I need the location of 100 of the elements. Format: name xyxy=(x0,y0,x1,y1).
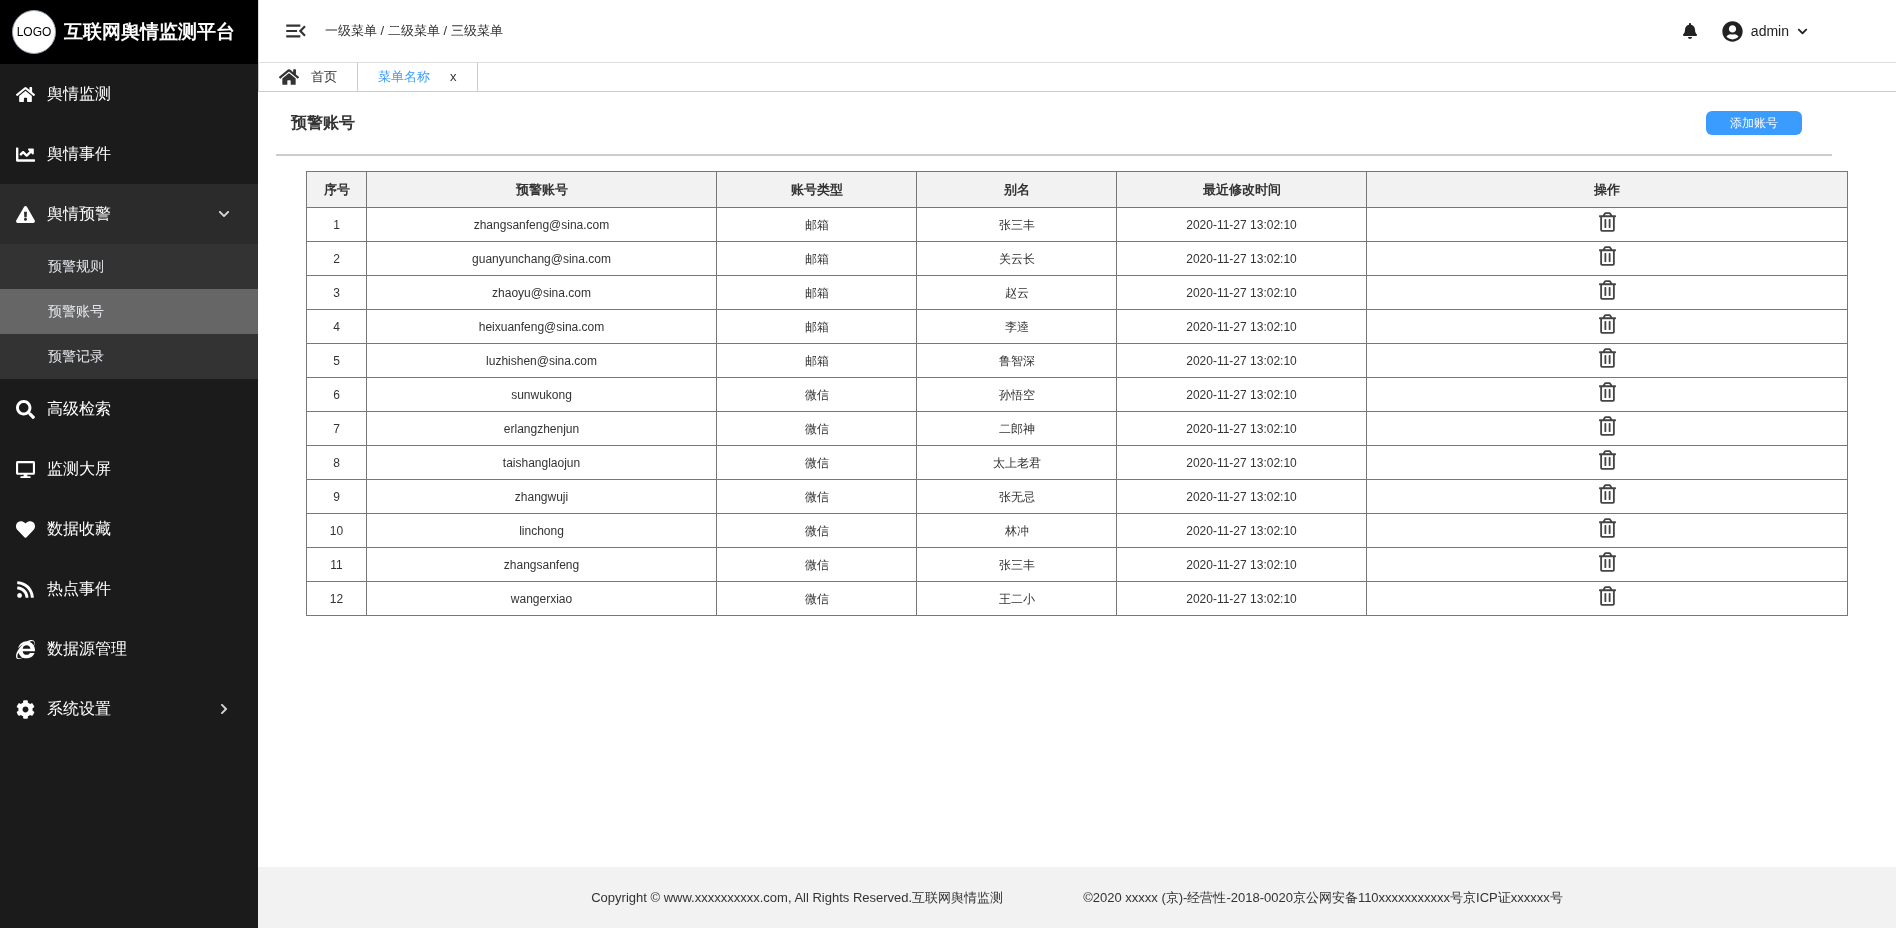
table-cell: 邮箱 xyxy=(716,343,917,378)
table-cell: guanyunchang@sina.com xyxy=(366,241,717,276)
search-icon xyxy=(16,399,35,419)
table-cell: 邮箱 xyxy=(716,207,917,242)
table-cell: 5 xyxy=(306,343,367,378)
table-cell: 7 xyxy=(306,411,367,446)
tab[interactable]: 首页 xyxy=(259,63,358,91)
sidebar-item[interactable]: 监测大屏 xyxy=(0,439,258,499)
home-icon xyxy=(279,67,299,87)
heart-icon xyxy=(16,519,35,539)
table-cell: 微信 xyxy=(716,479,917,514)
sidebar-item[interactable]: 舆情预警 xyxy=(0,184,258,244)
tab[interactable]: 菜单名称 x xyxy=(358,63,478,91)
table-cell: 微信 xyxy=(716,513,917,548)
table-cell: 2020-11-27 13:02:10 xyxy=(1116,241,1367,276)
sidebar-item[interactable]: 数据源管理 xyxy=(0,619,258,679)
chevron-down-icon xyxy=(218,208,230,220)
delete-button[interactable] xyxy=(1598,518,1616,538)
sidebar-item[interactable]: 舆情监测 xyxy=(0,64,258,124)
table-cell: 李逵 xyxy=(916,309,1117,344)
table-cell: 孙悟空 xyxy=(916,377,1117,412)
copyright-text: Copyright © www.xxxxxxxxxx.com, All Rights Reserved.互联网舆情监测 xyxy=(591,888,1004,907)
table-cell: 邮箱 xyxy=(716,275,917,310)
monitor-icon xyxy=(16,459,35,479)
table-cell: zhangsanfeng@sina.com xyxy=(366,207,717,242)
column-header: 账号类型 xyxy=(716,171,917,208)
table-cell: 2020-11-27 13:02:10 xyxy=(1116,275,1367,310)
delete-button[interactable] xyxy=(1598,314,1616,334)
column-header: 序号 xyxy=(306,171,367,208)
table-cell: heixuanfeng@sina.com xyxy=(366,309,717,344)
sidebar-item[interactable]: 系统设置 xyxy=(0,679,258,739)
table-cell: 太上老君 xyxy=(916,445,1117,480)
table-cell: 2020-11-27 13:02:10 xyxy=(1116,581,1367,616)
table-cell: 微信 xyxy=(716,547,917,582)
submenu-item[interactable]: 预警记录 xyxy=(0,334,258,379)
table-cell: 2 xyxy=(306,241,367,276)
table-cell: 2020-11-27 13:02:10 xyxy=(1116,547,1367,582)
delete-button[interactable] xyxy=(1598,450,1616,470)
delete-button[interactable] xyxy=(1598,484,1616,504)
table-cell: 林冲 xyxy=(916,513,1117,548)
table-cell: 张无忌 xyxy=(916,479,1117,514)
delete-button[interactable] xyxy=(1598,280,1616,300)
sidebar-item[interactable]: 舆情事件 xyxy=(0,124,258,184)
column-header: 最近修改时间 xyxy=(1116,171,1367,208)
table-cell: wangerxiao xyxy=(366,581,717,616)
close-tab-button[interactable]: x xyxy=(450,67,457,87)
column-header: 预警账号 xyxy=(366,171,717,208)
sidebar-item[interactable]: 热点事件 xyxy=(0,559,258,619)
table-cell: sunwukong xyxy=(366,377,717,412)
delete-button[interactable] xyxy=(1598,416,1616,436)
table-cell: taishanglaojun xyxy=(366,445,717,480)
table-cell: 2020-11-27 13:02:10 xyxy=(1116,411,1367,446)
table-cell: 3 xyxy=(306,275,367,310)
table-cell: 4 xyxy=(306,309,367,344)
browser-icon xyxy=(16,639,35,659)
table-cell: 2020-11-27 13:02:10 xyxy=(1116,513,1367,548)
column-header: 操作 xyxy=(1366,171,1848,208)
delete-button[interactable] xyxy=(1598,246,1616,266)
delete-button[interactable] xyxy=(1598,552,1616,572)
table-cell: 微信 xyxy=(716,581,917,616)
submenu-item[interactable]: 预警规则 xyxy=(0,244,258,289)
user-menu[interactable]: admin xyxy=(1721,20,1808,42)
column-header: 别名 xyxy=(916,171,1117,208)
delete-button[interactable] xyxy=(1598,382,1616,402)
table-cell: 张三丰 xyxy=(916,547,1117,582)
settings-icon xyxy=(16,699,35,719)
table-cell: zhangsanfeng xyxy=(366,547,717,582)
table-cell: 邮箱 xyxy=(716,309,917,344)
table-cell: 2020-11-27 13:02:10 xyxy=(1116,445,1367,480)
table-cell: 11 xyxy=(306,547,367,582)
table-cell: 9 xyxy=(306,479,367,514)
bell-icon[interactable] xyxy=(1681,23,1698,39)
breadcrumb: 一级菜单 / 二级菜单 / 三级菜单 xyxy=(325,22,504,41)
warning-icon xyxy=(16,204,35,224)
sidebar-item[interactable]: 数据收藏 xyxy=(0,499,258,559)
table-cell: linchong xyxy=(366,513,717,548)
table-cell: 微信 xyxy=(716,411,917,446)
table-cell: 2020-11-27 13:02:10 xyxy=(1116,343,1367,378)
table-cell: 2020-11-27 13:02:10 xyxy=(1116,377,1367,412)
sidebar-item[interactable]: 高级检索 xyxy=(0,379,258,439)
table-cell: 6 xyxy=(306,377,367,412)
table-cell: 8 xyxy=(306,445,367,480)
table-cell: 微信 xyxy=(716,445,917,480)
delete-button[interactable] xyxy=(1598,348,1616,368)
table-cell: 鲁智深 xyxy=(916,343,1117,378)
table-cell: 10 xyxy=(306,513,367,548)
table-cell: 张三丰 xyxy=(916,207,1117,242)
delete-button[interactable] xyxy=(1598,212,1616,232)
submenu-item[interactable]: 预警账号 xyxy=(0,289,258,334)
license-text: ©2020 xxxxx (京)-经营性-2018-0020京公网安备110xxxxxxxxxxx号京ICP证xxxxxx号 xyxy=(1083,888,1563,907)
table-cell: 王二小 xyxy=(916,581,1117,616)
home-icon xyxy=(16,84,35,104)
table-cell: 二郎神 xyxy=(916,411,1117,446)
line-chart-icon xyxy=(16,144,35,164)
table-cell: 关云长 xyxy=(916,241,1117,276)
table-cell: 2020-11-27 13:02:10 xyxy=(1116,479,1367,514)
rss-icon xyxy=(16,579,35,599)
table-cell: 赵云 xyxy=(916,275,1117,310)
delete-button[interactable] xyxy=(1598,586,1616,606)
user-avatar-icon xyxy=(1721,20,1743,42)
